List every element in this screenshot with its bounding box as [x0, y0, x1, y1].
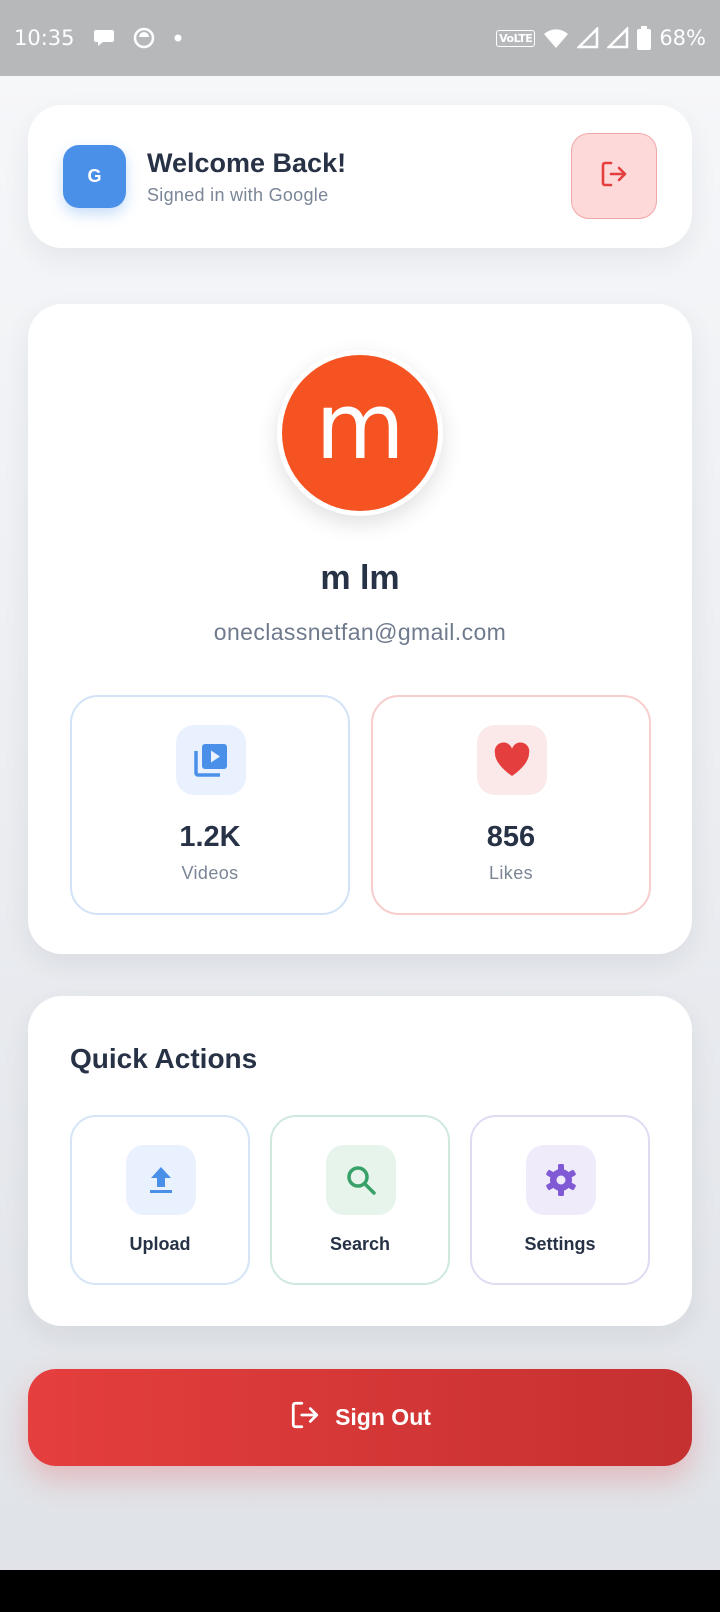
avatar[interactable]: m: [277, 350, 443, 516]
signal-icon: [577, 27, 599, 49]
quick-actions-title: Quick Actions: [70, 1043, 258, 1074]
settings-button[interactable]: Settings: [470, 1115, 650, 1285]
google-badge: G: [63, 145, 126, 208]
profile-email: oneclassnetfan@gmail.com: [213, 619, 507, 645]
welcome-title: Welcome Back!: [147, 148, 347, 178]
upload-label: Upload: [129, 1234, 191, 1254]
stat-value: 1.2K: [179, 821, 241, 853]
status-bar: 10:35 VoLTE 68%: [0, 0, 720, 76]
search-label: Search: [329, 1234, 391, 1254]
logout-button[interactable]: [571, 133, 657, 219]
video-library-icon: [176, 725, 246, 795]
search-icon: [326, 1145, 396, 1215]
sign-out-label: Sign Out: [335, 1404, 431, 1430]
signal-icon: [607, 27, 629, 49]
logout-icon: [289, 1399, 321, 1436]
welcome-card: G Welcome Back! Signed in with Google: [28, 105, 692, 248]
navigation-bar: [0, 1570, 720, 1612]
search-button[interactable]: Search: [270, 1115, 450, 1285]
profile-card: m m lm oneclassnetfan@gmail.com 1.2K Vid…: [28, 304, 692, 954]
sign-out-button[interactable]: Sign Out: [28, 1369, 692, 1466]
gear-icon: [526, 1145, 596, 1215]
stat-value: 856: [486, 821, 536, 853]
profile-name: m lm: [320, 559, 400, 597]
stat-videos[interactable]: 1.2K Videos: [70, 695, 350, 915]
battery-icon: [637, 26, 652, 50]
wifi-icon: [543, 27, 569, 49]
stat-likes[interactable]: 856 Likes: [371, 695, 651, 915]
logout-icon: [599, 159, 629, 194]
face-icon: [133, 27, 155, 49]
settings-label: Settings: [524, 1234, 596, 1254]
quick-actions-card: Quick Actions Upload Search Settings: [28, 996, 692, 1326]
upload-button[interactable]: Upload: [70, 1115, 250, 1285]
heart-icon: [477, 725, 547, 795]
dot-icon: [173, 33, 183, 43]
volte-badge: VoLTE: [496, 29, 536, 47]
battery-percent: 68%: [659, 26, 706, 50]
welcome-subtitle: Signed in with Google: [147, 185, 329, 205]
stat-label: Likes: [488, 863, 534, 883]
chat-bubble-icon: [93, 28, 115, 48]
stat-label: Videos: [181, 863, 239, 883]
upload-icon: [126, 1145, 196, 1215]
avatar-letter: m: [282, 355, 438, 511]
status-time: 10:35: [14, 26, 75, 50]
